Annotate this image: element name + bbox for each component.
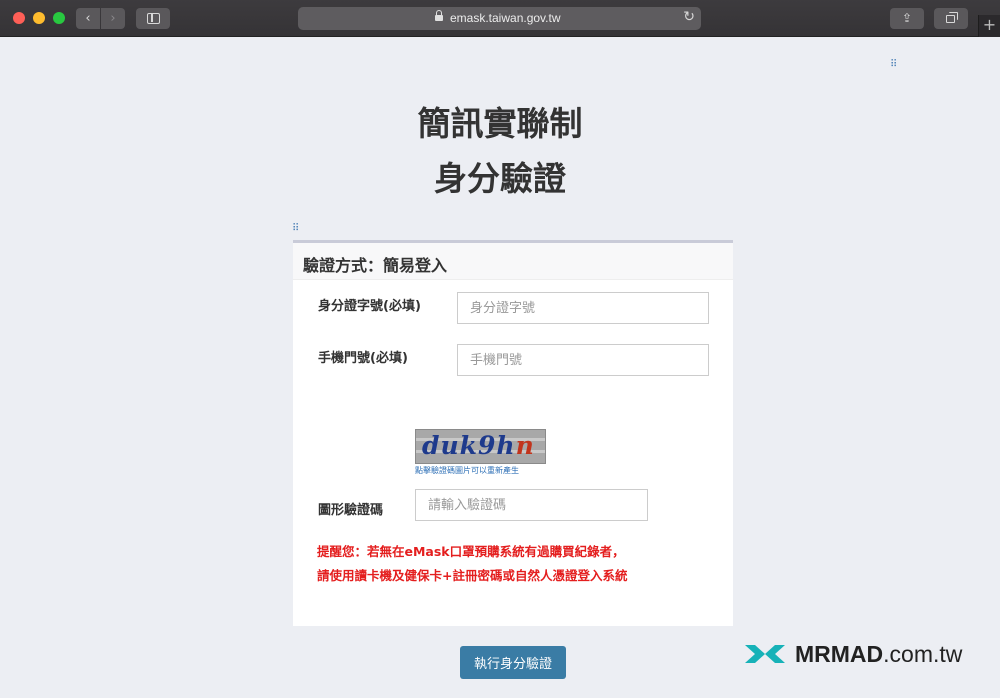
chevron-left-icon: ‹	[85, 11, 91, 26]
drag-handle-icon: ⠿	[292, 223, 300, 234]
plus-icon: +	[982, 15, 997, 34]
card-heading: 驗證方式：簡易登入	[303, 256, 448, 275]
back-button[interactable]: ‹	[76, 8, 100, 29]
warning-text: 請使用讀卡機及健保卡+註冊密碼或自然人憑證登入系統	[317, 568, 628, 583]
watermark-suffix: .com.tw	[883, 641, 963, 667]
minimize-window-button[interactable]	[33, 12, 45, 24]
login-card: 驗證方式：簡易登入 身分證字號(必填) 手機門號(必填) duk9hn 點擊驗證…	[293, 240, 733, 626]
watermark-brand: MRMAD	[795, 641, 884, 667]
card-header: 驗證方式：簡易登入	[293, 243, 733, 280]
chevron-right-icon: ›	[110, 11, 116, 26]
page-title: 簡訊實聯制	[417, 104, 583, 143]
phone-number-input[interactable]	[457, 344, 709, 376]
sidebar-icon	[147, 13, 160, 24]
captcha-refresh-hint[interactable]: 點擊驗證碼圖片可以重新產生	[415, 465, 519, 476]
zoom-window-button[interactable]	[53, 12, 65, 24]
page-subtitle: 身分驗證	[434, 159, 566, 198]
url-text: emask.taiwan.gov.tw	[450, 11, 561, 25]
captcha-text: duk9h	[422, 431, 516, 460]
captcha-image[interactable]: duk9hn	[415, 429, 546, 464]
mrmad-logo-icon	[745, 645, 785, 663]
lock-icon	[435, 10, 443, 22]
drag-handle-icon: ⠿	[890, 59, 898, 70]
verify-identity-button[interactable]: 執行身分驗證	[460, 646, 566, 679]
captcha-text-last: n	[515, 431, 535, 460]
show-tabs-button[interactable]	[934, 8, 968, 29]
sidebar-toggle-button[interactable]	[136, 8, 170, 29]
share-button[interactable]: ⇪	[890, 8, 924, 29]
id-number-input[interactable]	[457, 292, 709, 324]
id-label: 身分證字號(必填)	[318, 299, 421, 314]
address-bar[interactable]: emask.taiwan.gov.tw ↻	[298, 7, 701, 30]
browser-toolbar: ‹ › emask.taiwan.gov.tw ↻ ⇪ +	[0, 0, 1000, 37]
phone-label: 手機門號(必填)	[318, 351, 408, 366]
close-window-button[interactable]	[13, 12, 25, 24]
reload-icon[interactable]: ↻	[683, 9, 695, 25]
captcha-label: 圖形驗證碼	[318, 503, 384, 518]
warning-text: 提醒您：若無在eMask口罩預購系統有過購買紀錄者，	[317, 544, 625, 559]
share-icon: ⇪	[901, 11, 913, 25]
forward-button[interactable]: ›	[101, 8, 125, 29]
new-tab-button[interactable]: +	[978, 15, 1000, 37]
captcha-input[interactable]	[415, 489, 648, 521]
